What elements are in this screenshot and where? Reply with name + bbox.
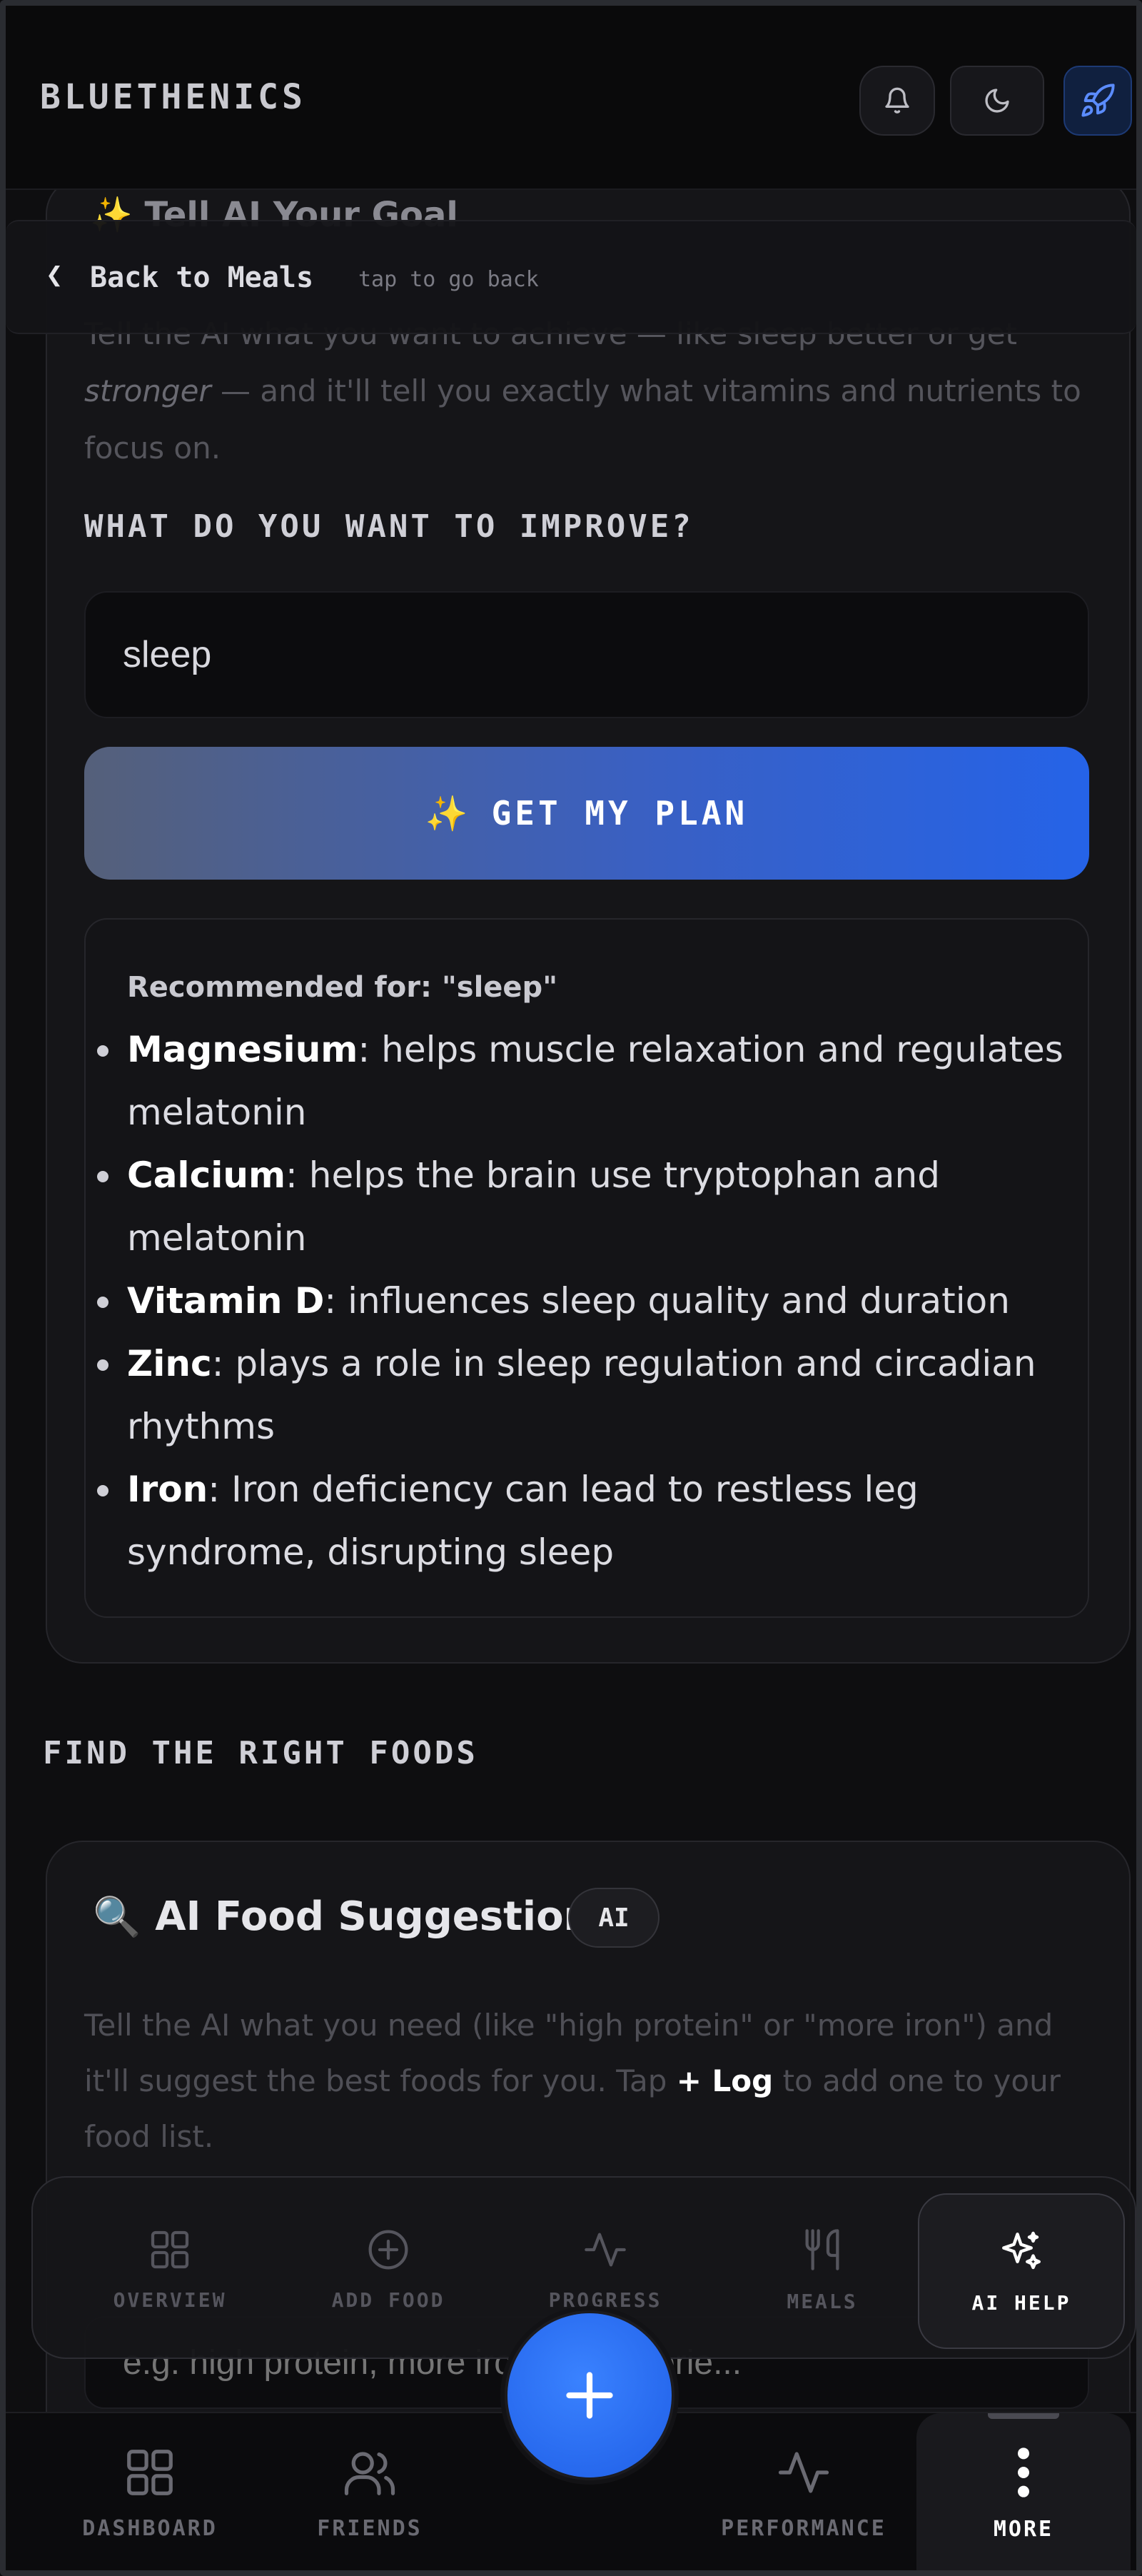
- food-card-title-text: AI Food Suggestions: [155, 1893, 616, 1940]
- brand-logo: BLUETHENICS: [40, 77, 306, 117]
- nav-item-performance[interactable]: PERFORMANCE: [697, 2413, 911, 2570]
- nav-label: FRIENDS: [317, 2515, 423, 2541]
- nav-item-dashboard[interactable]: DASHBOARD: [43, 2413, 257, 2570]
- back-hint: tap to go back: [358, 267, 539, 292]
- bell-icon: [885, 87, 909, 114]
- nutrient-name: Calcium: [127, 1154, 286, 1196]
- nav-label: MORE: [993, 2516, 1054, 2542]
- log-hint: + Log: [676, 2063, 774, 2098]
- plus-icon: [566, 2372, 613, 2419]
- food-card-title: 🔍 AI Food Suggestions: [93, 1893, 616, 1940]
- list-item: Iron: Iron deficiency can lead to restle…: [97, 1458, 1069, 1584]
- users-icon: [344, 2451, 395, 2495]
- subnav-label: AI HELP: [971, 2290, 1071, 2315]
- get-my-plan-label: GET MY PLAN: [491, 794, 749, 832]
- boost-button[interactable]: [1063, 66, 1132, 136]
- subnav-item-ai-help[interactable]: AI HELP: [918, 2193, 1125, 2349]
- sparkles-icon: ✨: [425, 793, 472, 834]
- plus-circle-icon: [368, 2230, 408, 2269]
- notifications-button[interactable]: [859, 66, 935, 136]
- subnav-item-overview[interactable]: OVERVIEW: [63, 2178, 277, 2360]
- get-my-plan-button[interactable]: ✨ GET MY PLAN: [84, 747, 1089, 880]
- back-label: Back to Meals: [90, 261, 314, 294]
- more-vertical-icon: [1018, 2447, 1029, 2497]
- rocket-icon: [1081, 84, 1115, 117]
- grid-icon: [151, 2230, 189, 2268]
- improve-question-label: WHAT DO YOU WANT TO IMPROVE?: [84, 508, 694, 545]
- nav-item-more[interactable]: MORE: [916, 2413, 1131, 2570]
- nutrient-desc: : Iron deficiency can lead to restless l…: [127, 1469, 919, 1573]
- recommended-for-label: Recommended for: "sleep": [127, 971, 558, 1004]
- moon-icon: [985, 89, 1009, 113]
- goal-input[interactable]: [84, 591, 1089, 718]
- subnav-label: ADD FOOD: [331, 2288, 445, 2312]
- magnifier-icon: 🔍: [93, 1893, 141, 1939]
- subnav-label: OVERVIEW: [113, 2288, 227, 2312]
- back-to-meals-bar[interactable]: ❮ Back to Meals tap to go back: [6, 220, 1136, 334]
- nav-item-friends[interactable]: FRIENDS: [263, 2413, 477, 2570]
- nutrient-name: Vitamin D: [127, 1280, 325, 1322]
- nutrient-desc: : influences sleep quality and duration: [324, 1280, 1010, 1322]
- nutrient-name: Magnesium: [127, 1029, 358, 1070]
- activity-icon: [585, 2233, 626, 2266]
- ai-badge: AI: [568, 1888, 660, 1948]
- list-item: Zinc: plays a role in sleep regulation a…: [97, 1332, 1069, 1458]
- intro-emphasis: stronger: [84, 373, 211, 408]
- nutrient-list: Magnesium: helps muscle relaxation and r…: [97, 1018, 1069, 1584]
- subnav-item-meals[interactable]: MEALS: [715, 2178, 929, 2360]
- list-item: Magnesium: helps muscle relaxation and r…: [97, 1018, 1069, 1144]
- subnav-label: MEALS: [787, 2289, 858, 2313]
- nutrient-name: Iron: [127, 1469, 208, 1510]
- list-item: Calcium: helps the brain use tryptophan …: [97, 1144, 1069, 1269]
- section-title: FIND THE RIGHT FOODS: [43, 1735, 478, 1771]
- nutrient-name: Zinc: [127, 1343, 212, 1384]
- intro-part-2: — and it'll tell you exactly what vitami…: [84, 373, 1081, 466]
- sparkles-icon: [1002, 2231, 1041, 2269]
- food-card-description: Tell the AI what you need (like "high pr…: [84, 1998, 1098, 2165]
- subnav-item-add-food[interactable]: ADD FOOD: [281, 2178, 495, 2360]
- quick-add-button[interactable]: [507, 2313, 672, 2477]
- recommendation-result: Recommended for: "sleep" Magnesium: help…: [84, 918, 1089, 1618]
- app-frame: BLUETHENICS ✨ Tell AI Your Goal ❮ Back t: [0, 0, 1142, 2576]
- utensils-icon: [805, 2228, 839, 2270]
- grid-icon: [127, 2449, 173, 2495]
- theme-toggle-button[interactable]: [950, 66, 1044, 136]
- nutrient-desc: : plays a role in sleep regulation and c…: [127, 1343, 1036, 1447]
- list-item: Vitamin D: influences sleep quality and …: [97, 1269, 1069, 1332]
- activity-icon: [778, 2451, 829, 2493]
- nav-label: DASHBOARD: [82, 2515, 218, 2541]
- nav-label: PERFORMANCE: [721, 2515, 886, 2541]
- app-header: BLUETHENICS: [6, 6, 1136, 190]
- chevron-left-icon: ❮: [46, 258, 64, 291]
